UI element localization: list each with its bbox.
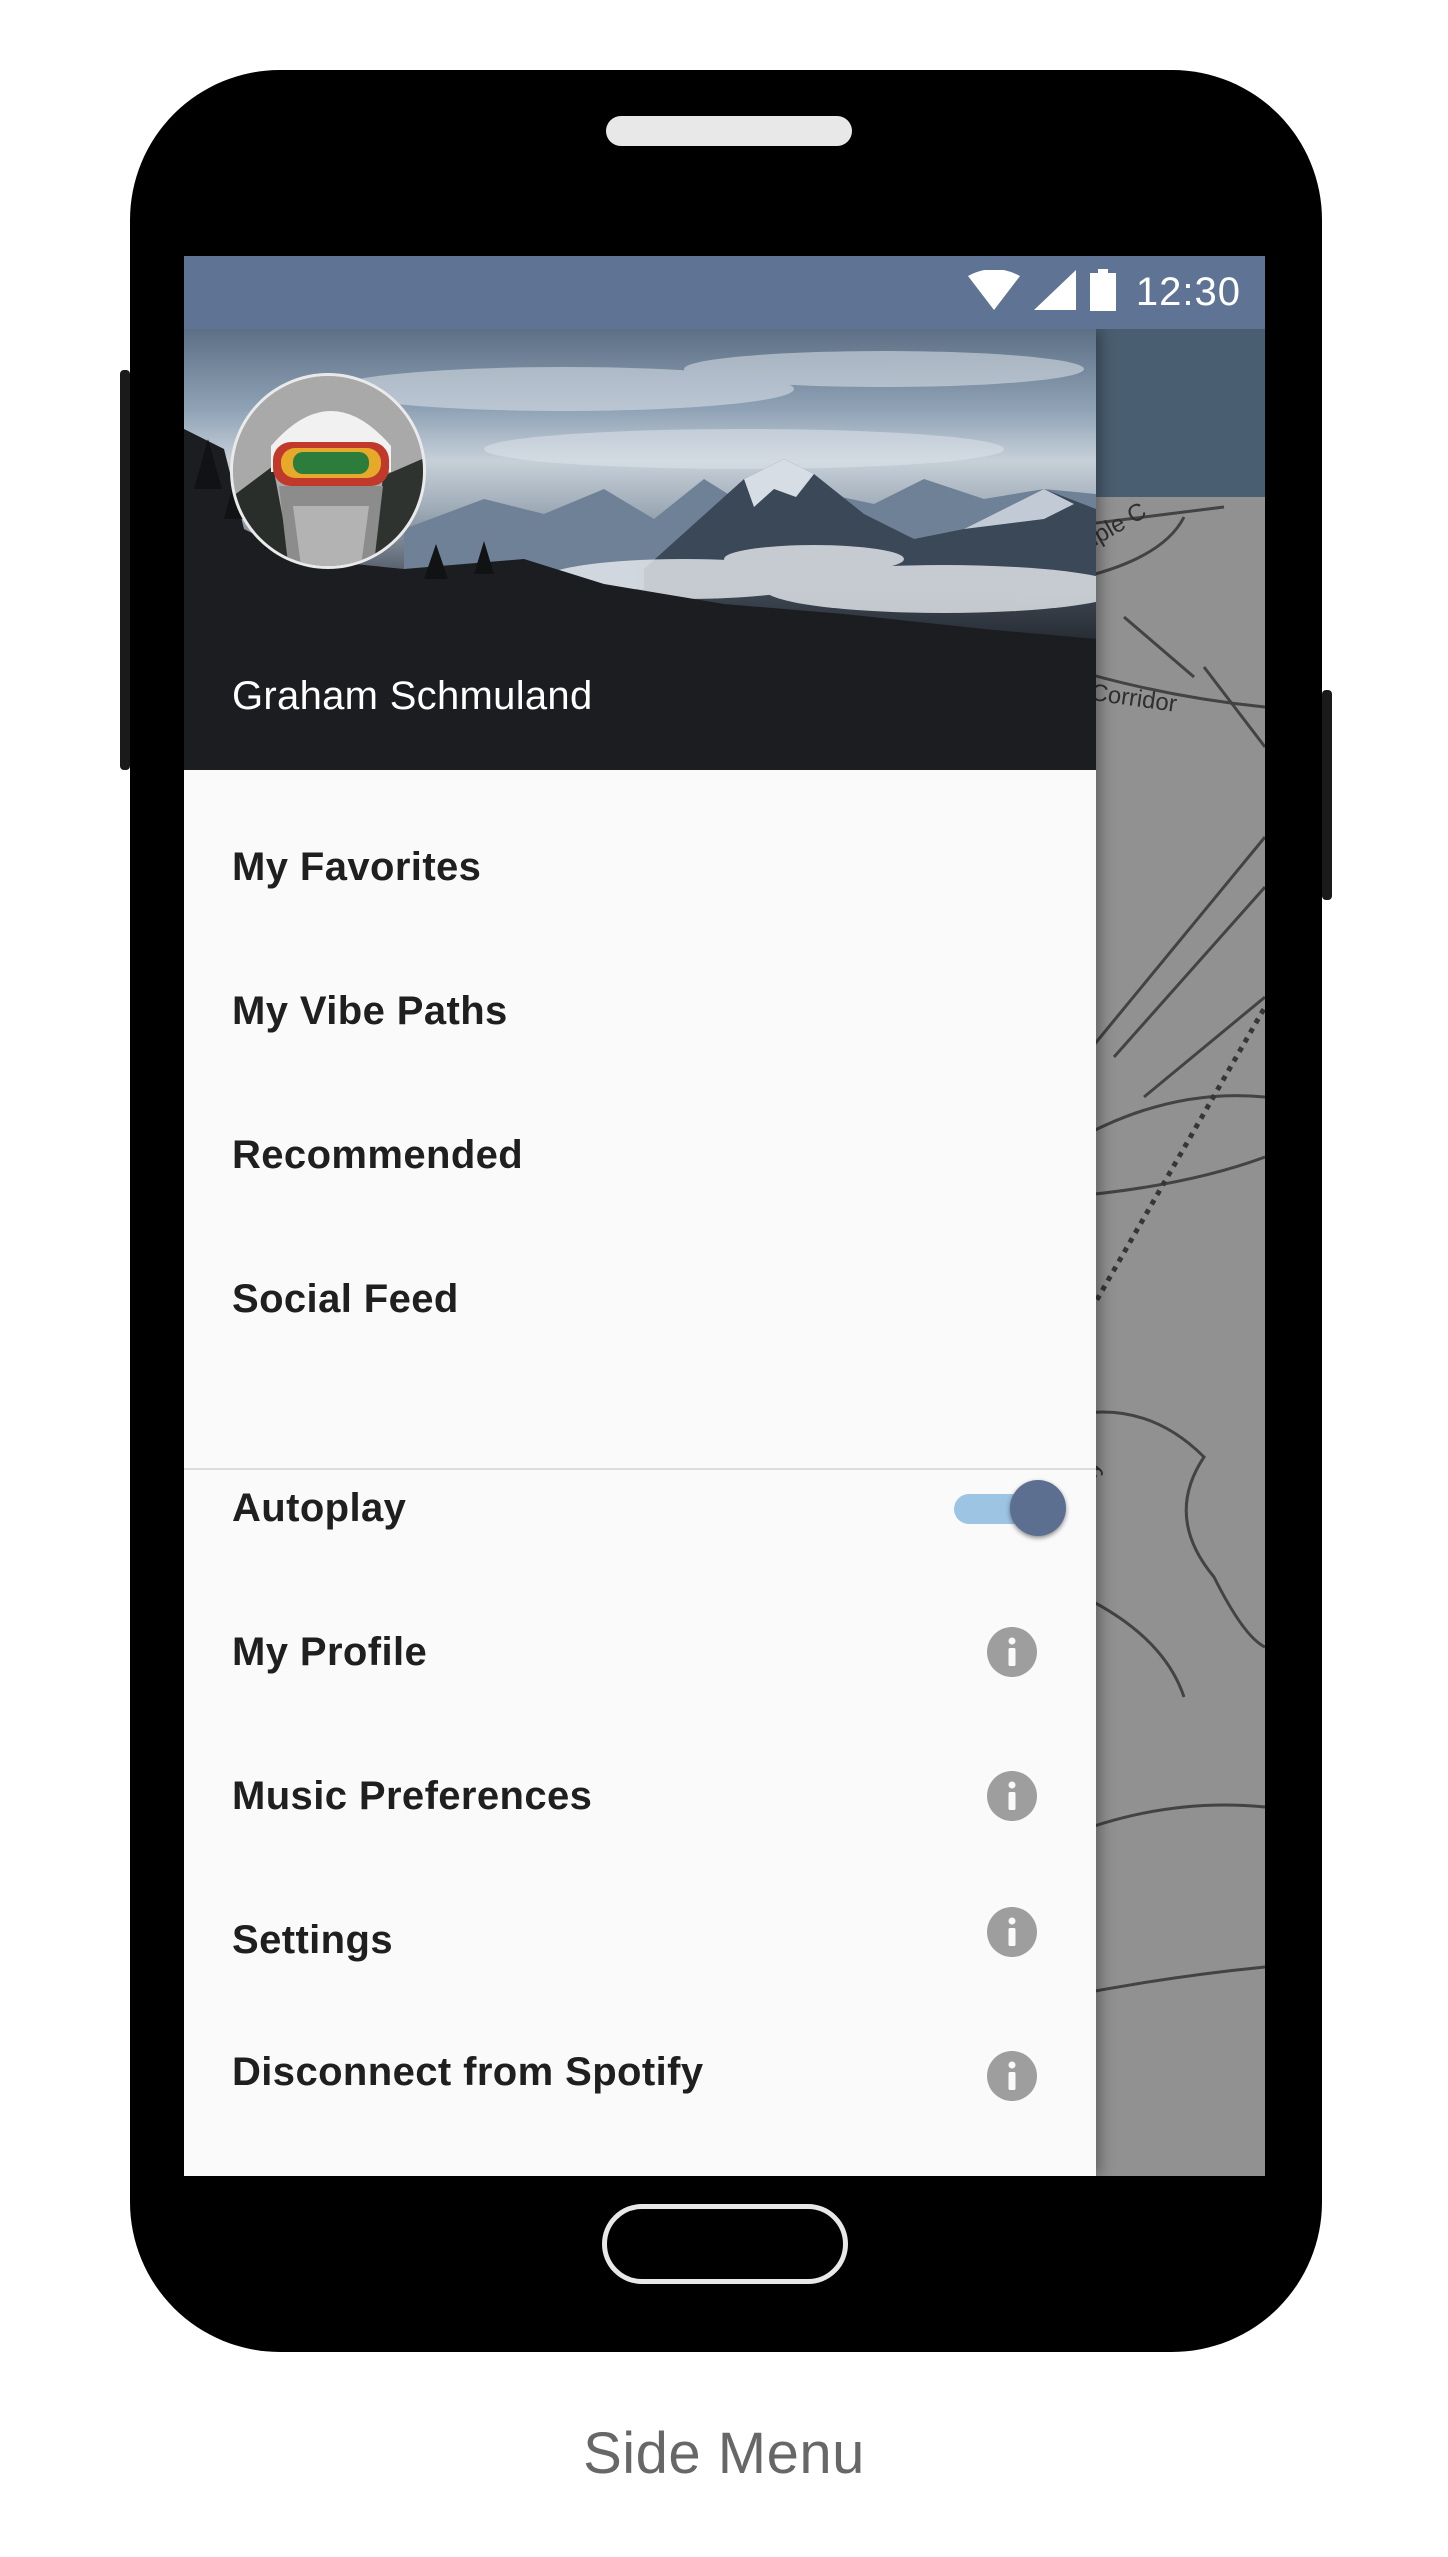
menu-item-social-feed[interactable]: Social Feed [184, 1239, 1096, 1359]
power-button [1322, 690, 1332, 900]
menu-item-label: Social Feed [232, 1276, 459, 1321]
menu-item-music-preferences[interactable]: Music Preferences [184, 1723, 1096, 1869]
home-button[interactable] [602, 2204, 848, 2284]
menu-item-label: Settings [232, 1917, 393, 1962]
menu-item-label: Disconnect from Spotify [232, 2049, 704, 2094]
earpiece-speaker [606, 116, 852, 146]
menu-item-my-vibe-paths[interactable]: My Vibe Paths [184, 951, 1096, 1071]
menu-item-label: Autoplay [232, 1485, 407, 1530]
autoplay-toggle[interactable] [954, 1478, 1066, 1538]
screen-caption: Side Menu [583, 2421, 865, 2486]
cell-signal-icon [1033, 270, 1076, 315]
avatar-photo [233, 376, 423, 566]
menu-item-settings[interactable]: Settings [184, 1867, 1096, 2013]
wifi-icon [967, 269, 1020, 315]
menu-item-label: My Profile [232, 1629, 428, 1674]
menu-item-label: My Vibe Paths [232, 988, 508, 1033]
battery-icon [1089, 269, 1116, 316]
volume-button [120, 370, 130, 770]
menu-item-label: Recommended [232, 1132, 524, 1177]
menu-item-my-favorites[interactable]: My Favorites [184, 807, 1096, 927]
toggle-thumb [1010, 1480, 1066, 1536]
status-time: 12:30 [1135, 270, 1241, 314]
menu-item-autoplay[interactable]: Autoplay [184, 1435, 1096, 1581]
navigation-drawer: Graham Schmuland My Favorites My Vibe Pa… [184, 329, 1096, 2176]
menu-item-disconnect-from-spotify[interactable]: Disconnect from Spotify [184, 1999, 1096, 2145]
menu-item-recommended[interactable]: Recommended [184, 1095, 1096, 1215]
info-icon[interactable] [987, 1907, 1037, 1957]
drawer-header: Graham Schmuland [184, 329, 1096, 770]
menu-item-label: Music Preferences [232, 1773, 593, 1818]
menu-item-my-profile[interactable]: My Profile [184, 1579, 1096, 1725]
user-name: Graham Schmuland [232, 674, 593, 718]
info-icon[interactable] [987, 1627, 1037, 1677]
phone-screen: 12:30 Triple C 3 Corridor Graham Schmula… [184, 256, 1265, 2176]
menu-item-label: My Favorites [232, 844, 482, 889]
avatar[interactable] [230, 373, 426, 569]
info-icon[interactable] [987, 2051, 1037, 2101]
status-bar: 12:30 [184, 256, 1265, 329]
info-icon[interactable] [987, 1771, 1037, 1821]
